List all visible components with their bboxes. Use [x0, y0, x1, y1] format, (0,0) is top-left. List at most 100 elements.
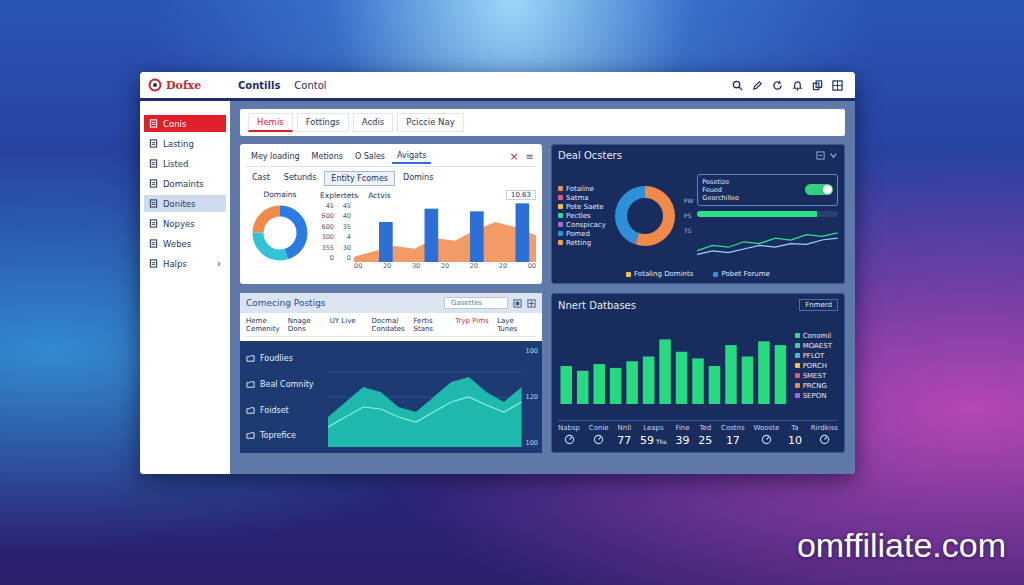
sub-tab[interactable]: Setunds — [278, 171, 323, 186]
legend-item: Conspicacy — [558, 221, 606, 229]
axis-tick: 20 — [470, 262, 478, 270]
stat-label: Nabsp — [558, 424, 580, 432]
column-label[interactable]: UY Live — [330, 317, 369, 333]
sub-tab[interactable]: Cast — [246, 171, 276, 186]
donut-block: Domains — [246, 190, 314, 279]
legend-label: Pote Saete — [566, 203, 604, 211]
gauge-icon — [761, 434, 772, 445]
content-area: HemisFottingsAcdisPciccie Nay Mey loading… — [230, 101, 855, 474]
legend-label: PFLOT — [803, 352, 825, 360]
tab[interactable]: Acdis — [353, 113, 394, 132]
bar — [775, 345, 787, 404]
postings-item-label: Toprefice — [260, 431, 296, 440]
bar — [676, 351, 688, 403]
postings-item[interactable]: Foidset — [246, 406, 322, 415]
axis-tick: 20 — [383, 262, 391, 270]
value-select[interactable]: 10.63 — [506, 190, 536, 200]
top-nav-item[interactable]: Contol — [294, 80, 326, 91]
sidebar-item[interactable]: Nopyes — [144, 215, 226, 232]
column-label[interactable]: Docmal Condates — [372, 317, 411, 333]
postings-item[interactable]: Foudlies — [246, 354, 322, 363]
stat-label: Rirdkiss — [811, 424, 838, 432]
postings-item[interactable]: Toprefice — [246, 431, 322, 440]
panel-tab[interactable]: Mey loading — [246, 150, 305, 163]
legend-dot — [795, 373, 800, 378]
document-icon — [149, 239, 158, 248]
logo-text: Dofxe — [166, 79, 201, 92]
column-label[interactable]: Tryp Pims — [455, 317, 494, 333]
axis-tick: 600 — [320, 212, 334, 220]
copy-icon[interactable] — [812, 80, 823, 91]
databases-panel: Nnert DatbasesFnmerdConomilMOAESTPFLOTPO… — [551, 293, 845, 453]
donut-segment — [258, 211, 302, 255]
menu-button[interactable]: ≡ — [524, 151, 536, 162]
search-field[interactable]: Gasettes — [444, 297, 508, 309]
column-label[interactable]: Laye Tunes — [497, 317, 536, 333]
stat-value: 59Ths — [640, 434, 667, 447]
gauge-icon — [819, 434, 830, 445]
column-label[interactable]: Heme Cemenity — [246, 317, 285, 333]
minimize-icon[interactable] — [816, 151, 825, 160]
window-icon[interactable] — [513, 299, 522, 308]
sidebar-item[interactable]: Halps› — [144, 255, 226, 272]
chart-row: 456006003003550454035430000203020202000 — [320, 202, 536, 270]
axis-tick: 45 — [337, 202, 351, 210]
panel-tab[interactable]: Metions — [307, 150, 348, 163]
sub-tab[interactable]: Domins — [397, 171, 439, 186]
search-icon[interactable] — [732, 80, 743, 91]
sub-tab[interactable]: Entity Fcomes — [324, 171, 395, 186]
stat-label: Conie — [589, 424, 609, 432]
filter-select[interactable]: Fnmerd — [799, 299, 838, 311]
bar — [577, 370, 589, 403]
info-line: Georchilleo — [702, 194, 801, 202]
info-line: Posetize — [702, 178, 801, 186]
panel-tab[interactable]: Avigats — [392, 149, 431, 164]
bell-icon[interactable] — [792, 80, 803, 91]
sidebar-item[interactable]: Lasting — [144, 135, 226, 152]
axis-tick: 45 — [320, 202, 334, 210]
tab[interactable]: Hemis — [248, 113, 293, 132]
sidebar-item[interactable]: Conis — [144, 115, 226, 132]
info-box: PosetizeFeuedGeorchilleo — [697, 174, 838, 206]
sidebar-item[interactable]: Webes — [144, 235, 226, 252]
bar — [626, 361, 638, 404]
legend-item: Fotaline — [558, 185, 606, 193]
tab[interactable]: Fottings — [297, 113, 349, 132]
grid-icon[interactable] — [832, 80, 843, 91]
legend-label: Conomil — [803, 332, 832, 340]
stat-value: 17 — [726, 434, 740, 447]
toggle-switch[interactable] — [805, 184, 833, 195]
logo[interactable]: Dofxe — [140, 78, 230, 92]
close-button[interactable]: × — [506, 150, 521, 163]
sidebar-item[interactable]: Donites — [144, 195, 226, 212]
legend-label: Conspicacy — [566, 221, 606, 229]
sidebar-item[interactable]: Listed — [144, 155, 226, 172]
panel-tab[interactable]: O Sales — [350, 150, 390, 163]
activity-chart: ExplertetsActvis10.634560060030035504540… — [320, 190, 536, 279]
bar — [725, 345, 737, 404]
panel-header: Deal Ocsters — [558, 150, 838, 161]
chevron-down-icon[interactable] — [829, 151, 838, 160]
stat-label: Fine — [675, 424, 689, 432]
tab[interactable]: Pciccie Nay — [397, 113, 463, 132]
expand-icon[interactable] — [527, 299, 536, 308]
postings-item[interactable]: Beal Comnity — [246, 380, 322, 389]
stat-unit: Ths — [656, 438, 667, 445]
column-label[interactable]: Nnage Dons — [288, 317, 327, 333]
legend-dot — [558, 222, 563, 227]
top-nav-item[interactable]: Contills — [238, 80, 280, 91]
stat: Fine39 — [675, 424, 689, 447]
refresh-icon[interactable] — [772, 80, 783, 91]
column-label[interactable]: Fertis Stans — [413, 317, 452, 333]
sidebar-item[interactable]: Domaints — [144, 175, 226, 192]
pencil-icon[interactable] — [752, 80, 763, 91]
bar — [643, 356, 655, 404]
panel-tabs: Mey loadingMetionsO SalesAvigats ×≡ — [246, 149, 536, 167]
stat: Costns17 — [721, 424, 745, 447]
deals-content: FotalineSatmaPote SaetePectlesConspicacy… — [558, 165, 838, 266]
bar-area-chart — [354, 202, 536, 262]
postings-item-label: Beal Comnity — [260, 380, 314, 389]
sidebar-item-label: Webes — [163, 239, 221, 249]
bar — [470, 211, 484, 262]
bar — [516, 203, 530, 262]
